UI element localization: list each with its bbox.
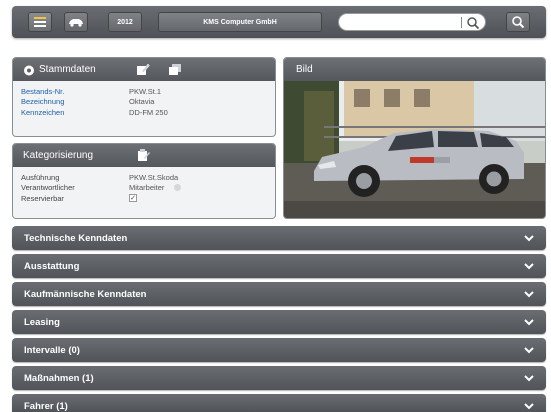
search-field — [338, 13, 486, 31]
year-selector[interactable]: 2012 — [108, 12, 142, 32]
kategorisierung-header: Kategorisierung — [13, 144, 275, 167]
field-label: Bezeichnung — [21, 97, 65, 107]
chevron-down-icon — [524, 347, 534, 354]
chevron-down-icon — [524, 263, 534, 270]
chevron-down-icon — [524, 375, 534, 382]
field-value-wrap: ✓ — [129, 194, 137, 203]
field-value: PKW.St.1 — [129, 86, 162, 96]
section-ausstattung[interactable]: Ausstattung — [12, 254, 546, 278]
chevron-down-icon — [524, 319, 534, 326]
company-selector[interactable]: KMS Computer GmbH — [158, 12, 322, 32]
info-icon[interactable] — [174, 184, 182, 192]
section-kaufmaennische-kenndaten[interactable]: Kaufmännische Kenndaten — [12, 282, 546, 306]
vehicle-button[interactable] — [64, 12, 88, 32]
search-icon[interactable] — [466, 16, 480, 30]
section-label: Kaufmännische Kenndaten — [24, 289, 147, 300]
stammdaten-panel: Stammdaten Bestands-Nr. PKW.St.1 Bezeich… — [12, 57, 276, 137]
car-icon — [69, 19, 83, 27]
list-icon — [34, 17, 46, 27]
section-massnahmen[interactable]: Maßnahmen (1) — [12, 366, 546, 390]
bild-panel: Bild — [283, 57, 546, 219]
search-icon — [512, 16, 525, 29]
section-leasing[interactable]: Leasing — [12, 310, 546, 334]
gear-icon — [24, 65, 34, 76]
search-divider — [461, 17, 462, 28]
field-label: Kennzeichen — [21, 107, 65, 117]
field-label: Reservierbar — [21, 193, 64, 203]
section-label: Fahrer (1) — [24, 401, 68, 412]
copy-icon[interactable] — [167, 62, 183, 77]
section-label: Intervalle (0) — [24, 345, 80, 356]
search-input[interactable] — [347, 16, 457, 29]
field-value: Oktavia — [129, 97, 155, 107]
section-label: Technische Kenndaten — [24, 233, 128, 244]
kategorisierung-row: Ausführung PKW.St.Skoda — [21, 172, 267, 183]
kategorisierung-title: Kategorisierung — [23, 150, 94, 161]
kategorisierung-row: Verantwortlicher Mitarbeiter — [21, 183, 267, 194]
section-fahrer[interactable]: Fahrer (1) — [12, 394, 546, 412]
stammdaten-title: Stammdaten — [39, 64, 96, 75]
bild-title: Bild — [296, 64, 313, 75]
section-technische-kenndaten[interactable]: Technische Kenndaten — [12, 226, 546, 250]
field-value: PKW.St.Skoda — [129, 172, 179, 182]
stammdaten-row: Kennzeichen DD-FM 250 — [21, 107, 267, 118]
stammdaten-row: Bestands-Nr. PKW.St.1 — [21, 86, 267, 97]
section-label: Maßnahmen (1) — [24, 373, 94, 384]
top-toolbar: 2012 KMS Computer GmbH — [12, 6, 546, 38]
section-intervalle[interactable]: Intervalle (0) — [12, 338, 546, 362]
stammdaten-body: Bestands-Nr. PKW.St.1 Bezeichnung Oktavi… — [13, 81, 275, 118]
field-label: Verantwortlicher — [21, 183, 75, 193]
edit-category-icon[interactable] — [135, 148, 151, 163]
vehicle-photo — [284, 81, 545, 218]
field-value: Mitarbeiter — [129, 183, 165, 193]
section-label: Ausstattung — [24, 261, 80, 272]
edit-icon[interactable] — [135, 62, 151, 77]
chevron-down-icon — [524, 403, 534, 410]
kategorisierung-row: Reservierbar ✓ — [21, 193, 267, 204]
stammdaten-header: Stammdaten — [13, 58, 275, 81]
field-value: DD-FM 250 — [129, 107, 168, 117]
home-button[interactable] — [28, 12, 52, 32]
reservierbar-checkbox[interactable]: ✓ — [129, 194, 137, 203]
kategorisierung-panel: Kategorisierung Ausführung PKW.St.Skoda … — [12, 143, 276, 219]
search-button[interactable] — [506, 12, 530, 32]
section-label: Leasing — [24, 317, 60, 328]
field-label: Bestands-Nr. — [21, 86, 65, 96]
chevron-down-icon — [524, 235, 534, 242]
kategorisierung-body: Ausführung PKW.St.Skoda Verantwortlicher… — [13, 167, 275, 204]
stammdaten-row: Bezeichnung Oktavia — [21, 97, 267, 108]
field-label: Ausführung — [21, 172, 60, 182]
bild-header: Bild — [284, 58, 545, 81]
chevron-down-icon — [524, 291, 534, 298]
field-value-wrap: Mitarbeiter — [129, 183, 182, 193]
